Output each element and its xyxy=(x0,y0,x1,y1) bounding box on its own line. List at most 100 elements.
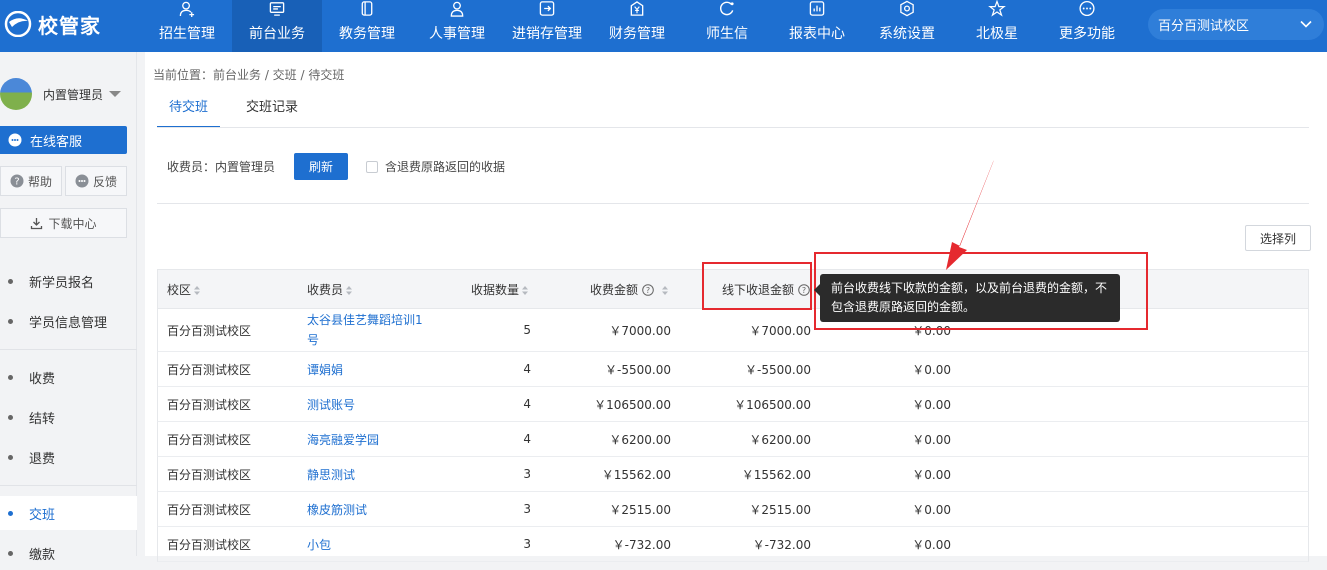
sidebar-item-1[interactable]: 新学员报名 xyxy=(0,264,137,298)
header-cashier[interactable]: 收费员 xyxy=(307,270,353,310)
nav-label: 更多功能 xyxy=(1059,26,1115,42)
sort-icon xyxy=(522,286,529,295)
sidebar-item-label: 退费 xyxy=(29,451,56,467)
cell-receipt-count: 4 xyxy=(523,432,531,446)
bullet-icon xyxy=(8,510,13,516)
nav-item-person[interactable]: 人事管理 xyxy=(412,0,502,52)
cell-receipt-count: 4 xyxy=(523,362,531,376)
nav-label: 师生信 xyxy=(706,26,748,42)
sidebar-item-3[interactable]: 收费 xyxy=(0,360,137,394)
sidebar-item-label: 新学员报名 xyxy=(29,275,95,291)
online-service-label: 在线客服 xyxy=(30,134,83,150)
sort-icon xyxy=(194,286,201,295)
question-circle-icon[interactable]: ? xyxy=(642,284,654,296)
nav-item-star[interactable]: 北极星 xyxy=(952,0,1042,52)
table-row: 百分百测试校区 谭娟娟 4 ￥-5500.00 ￥-5500.00 ￥0.00 xyxy=(157,352,1309,387)
refresh-button[interactable]: 刷新 xyxy=(294,153,349,180)
header-charge-amount[interactable]: 收费金额? xyxy=(590,270,669,310)
sidebar-item-7[interactable]: 缴款 xyxy=(0,536,137,570)
refund-checkbox-label: 含退费原路返回的收据 xyxy=(385,160,506,174)
exchange-icon xyxy=(539,1,555,16)
cell-other-amount: ￥0.00 xyxy=(912,397,951,412)
cell-receipt-count: 5 xyxy=(523,323,531,337)
gear-icon xyxy=(900,0,914,17)
logo[interactable]: 校管家 xyxy=(4,8,134,40)
cell-charge-amount: ￥106500.00 xyxy=(594,397,671,412)
sidebar-item-5[interactable]: 退费 xyxy=(0,440,137,474)
help-button[interactable]: ? 帮助 xyxy=(0,166,62,196)
cell-other-amount: ￥0.00 xyxy=(912,467,951,482)
cashier-label: 收费员：内置管理员 xyxy=(167,160,276,174)
cell-offline-amount: ￥106500.00 xyxy=(734,397,811,412)
nav-item-yen[interactable]: 财务管理 xyxy=(592,0,682,52)
sidebar-item-label: 收费 xyxy=(29,371,56,387)
bullet-icon xyxy=(8,454,13,460)
nav-item-more[interactable]: 更多功能 xyxy=(1042,0,1132,52)
select-columns-button[interactable]: 选择列 xyxy=(1245,225,1311,251)
tab-shift-records[interactable]: 交班记录 xyxy=(234,96,310,128)
cell-cashier-link[interactable]: 测试账号 xyxy=(307,387,355,421)
nav-item-gear[interactable]: 系统设置 xyxy=(862,0,952,52)
monitor-icon xyxy=(269,2,285,16)
cell-charge-amount: ￥6200.00 xyxy=(609,432,671,447)
sidebar-item-label: 结转 xyxy=(29,411,56,427)
header-campus[interactable]: 校区 xyxy=(167,270,201,310)
nav-item-monitor[interactable]: 前台业务 xyxy=(232,0,322,52)
refund-checkbox[interactable] xyxy=(366,160,379,173)
cell-cashier-link[interactable]: 静思测试 xyxy=(307,457,355,491)
nav-label: 财务管理 xyxy=(609,26,665,42)
sidebar-item-label: 学员信息管理 xyxy=(29,315,108,331)
user-menu[interactable]: 内置管理员 xyxy=(0,74,137,114)
cell-other-amount: ￥0.00 xyxy=(912,362,951,377)
chat-icon xyxy=(720,1,734,16)
cell-campus: 百分百测试校区 xyxy=(167,362,252,377)
svg-text:?: ? xyxy=(646,286,650,295)
tab-divider xyxy=(157,127,1309,128)
nav-item-book[interactable]: 教务管理 xyxy=(322,0,412,52)
chevron-down-icon xyxy=(1300,20,1312,28)
cell-charge-amount: ￥7000.00 xyxy=(609,323,671,338)
logo-text: 校管家 xyxy=(38,13,101,38)
book-icon xyxy=(361,1,373,16)
sidebar-item-2[interactable]: 学员信息管理 xyxy=(0,304,137,338)
bullet-icon xyxy=(8,278,13,284)
header-receipt-count[interactable]: 收据数量 xyxy=(471,270,529,310)
campus-select[interactable]: 百分百测试校区 xyxy=(1148,9,1324,40)
download-center-button[interactable]: 下载中心 xyxy=(0,208,127,238)
nav-item-person-add[interactable]: 招生管理 xyxy=(142,0,232,52)
filter-bar: 收费员：内置管理员 刷新 含退费原路返回的收据 xyxy=(167,153,505,180)
cell-offline-amount: ￥-5500.00 xyxy=(745,362,811,377)
top-navbar: 校管家 招生管理 前台业务 教务管理 人事管理 进销存管理 财务管理 师生信 报表中心 系统设置… xyxy=(0,0,1327,52)
breadcrumb: 当前位置：前台业务 / 交班 / 待交班 xyxy=(153,68,345,82)
cell-cashier-link[interactable]: 太谷县佳艺舞蹈培训1号 xyxy=(307,309,432,351)
cell-receipt-count: 4 xyxy=(523,397,531,411)
feedback-button[interactable]: 反馈 xyxy=(65,166,127,196)
cell-offline-amount: ￥2515.00 xyxy=(749,502,811,517)
sidebar-item-6[interactable]: 交班 xyxy=(0,496,137,530)
user-name: 内置管理员 xyxy=(43,87,104,102)
cell-cashier-link[interactable]: 海亮融爱学园 xyxy=(307,422,379,456)
table-body: 百分百测试校区 太谷县佳艺舞蹈培训1号 5 ￥7000.00 ￥7000.00 ￥0.00… xyxy=(157,309,1309,562)
cell-cashier-link[interactable]: 橡皮筋测试 xyxy=(307,492,367,526)
tab-bar: 待交班 交班记录 xyxy=(157,96,324,128)
cell-offline-amount: ￥6200.00 xyxy=(749,432,811,447)
feedback-icon xyxy=(75,174,89,188)
nav-item-exchange[interactable]: 进销存管理 xyxy=(502,0,592,52)
cell-other-amount: ￥0.00 xyxy=(912,502,951,517)
tab-pending-shift[interactable]: 待交班 xyxy=(157,96,221,128)
cell-receipt-count: 3 xyxy=(523,467,531,481)
annotation-arrow-icon xyxy=(946,160,994,270)
download-icon xyxy=(31,217,43,229)
sidebar-item-4[interactable]: 结转 xyxy=(0,400,137,434)
sidebar: 内置管理员 在线客服 ? 帮助 反馈 下载中心 新学员报名学员信息管理 收费结转退… xyxy=(0,52,137,563)
cell-charge-amount: ￥-5500.00 xyxy=(605,362,671,377)
online-service-button[interactable]: 在线客服 xyxy=(0,126,127,154)
menu-divider xyxy=(0,349,137,350)
nav-item-report[interactable]: 报表中心 xyxy=(772,0,862,52)
campus-name: 百分百测试校区 xyxy=(1158,19,1250,34)
sidebar-item-label: 缴款 xyxy=(29,547,56,563)
person-icon xyxy=(450,1,464,17)
nav-item-chat[interactable]: 师生信 xyxy=(682,0,772,52)
cell-campus: 百分百测试校区 xyxy=(167,502,252,517)
cell-cashier-link[interactable]: 谭娟娟 xyxy=(307,352,343,386)
